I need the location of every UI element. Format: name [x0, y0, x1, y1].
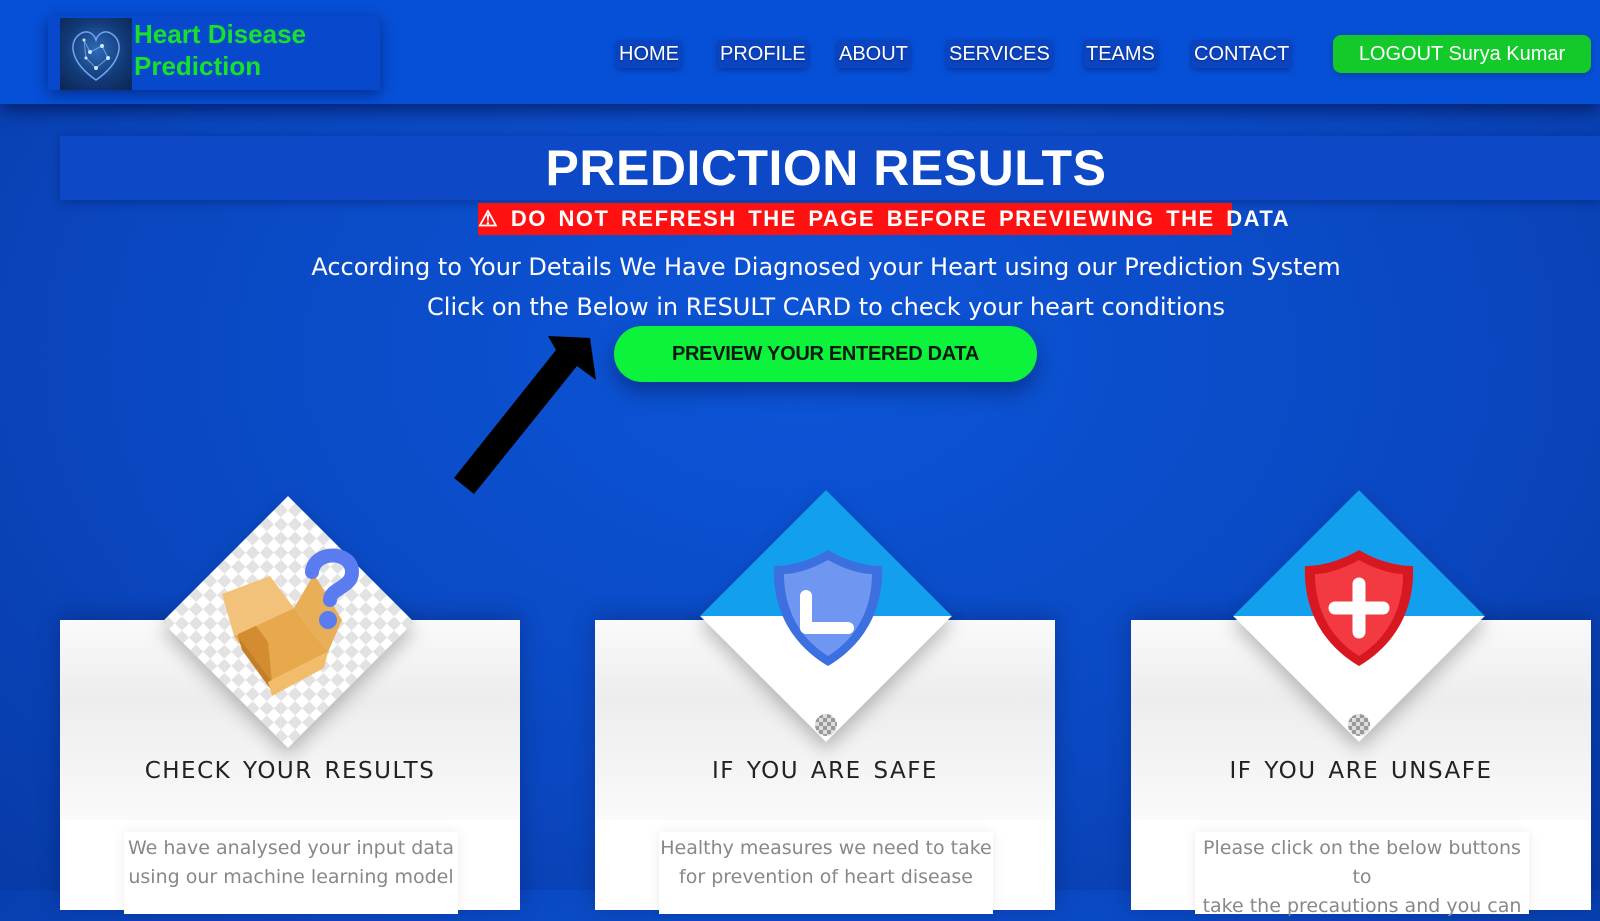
card-text: Please click on the below buttons to tak… — [1195, 832, 1529, 917]
blue-shield-check-icon — [773, 550, 883, 666]
preview-entered-data-button[interactable]: PREVIEW YOUR ENTERED DATA — [614, 326, 1037, 382]
heart-logo-icon — [60, 18, 132, 90]
warning-text: DO NOT REFRESH THE PAGE BEFORE PREVIEWIN… — [510, 206, 1291, 231]
card-unsafe-diamond — [1233, 490, 1485, 742]
brand-title-line2: Prediction — [134, 51, 262, 81]
card-title: CHECK YOUR RESULTS — [144, 758, 436, 784]
card-text-line1: We have analysed your input data — [127, 837, 455, 859]
card-title: IF YOU ARE SAFE — [712, 758, 938, 784]
logout-button[interactable]: LOGOUT Surya Kumar — [1333, 35, 1591, 73]
card-safe-diamond — [700, 490, 952, 742]
card-text-line2: take the precautions and you can — [1202, 895, 1522, 917]
nav-services[interactable]: SERVICES — [947, 40, 1052, 68]
card-text-line1: Healthy measures we need to take — [660, 837, 992, 859]
loading-dot-icon — [815, 714, 837, 736]
card-text: We have analysed your input data using o… — [124, 832, 458, 914]
loading-dot-icon — [1348, 714, 1370, 736]
brand-title: Heart Disease Prediction — [134, 18, 374, 82]
card-text-line2: using our machine learning model — [128, 866, 454, 888]
page-title: PREDICTION RESULTS — [545, 140, 1107, 196]
brand-title-line1: Heart Disease — [134, 19, 306, 49]
nav-profile[interactable]: PROFILE — [718, 40, 808, 68]
description-line2: Click on the Below in RESULT CARD to che… — [427, 293, 1225, 321]
nav-teams[interactable]: TEAMS — [1084, 40, 1157, 68]
description-line1: According to Your Details We Have Diagno… — [311, 253, 1341, 281]
top-navbar: Heart Disease Prediction HOME PROFILE AB… — [0, 0, 1600, 104]
red-shield-plus-icon — [1304, 550, 1414, 666]
nav-about[interactable]: ABOUT — [837, 40, 910, 68]
brand[interactable]: Heart Disease Prediction — [48, 16, 380, 90]
warning-icon: ⚠ — [478, 206, 500, 231]
refresh-warning-banner: ⚠ DO NOT REFRESH THE PAGE BEFORE PREVIEW… — [478, 203, 1289, 235]
card-text-line1: Please click on the below buttons to — [1203, 837, 1521, 888]
card-title: IF YOU ARE UNSAFE — [1229, 758, 1493, 784]
pointer-arrow-icon — [454, 336, 596, 494]
card-text-line2: for prevention of heart disease — [679, 866, 973, 888]
card-text: Healthy measures we need to take for pre… — [659, 832, 993, 914]
nav-contact[interactable]: CONTACT — [1192, 40, 1292, 68]
nav-home[interactable]: HOME — [617, 40, 681, 68]
open-box-question-icon — [222, 548, 360, 696]
card-check-diamond — [162, 496, 414, 748]
